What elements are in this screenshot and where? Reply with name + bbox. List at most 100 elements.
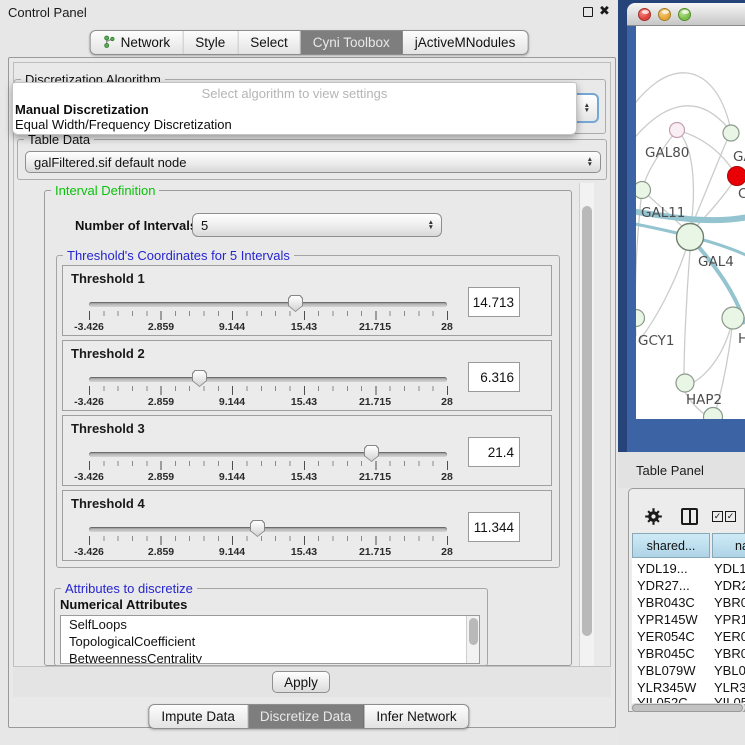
node-label-gcy1: GCY1 [638, 333, 675, 349]
slider-tick-labels: -3.426 2.859 9.144 15.43 21.715 28 [89, 321, 447, 333]
threshold-slider-track[interactable] [89, 302, 447, 307]
tick-label: 2.859 [148, 546, 174, 558]
tick-label: 2.859 [148, 471, 174, 483]
table-panel-header: Table Panel [618, 452, 745, 488]
table-row[interactable]: YDL19...YDL19 [632, 561, 745, 578]
tab-select[interactable]: Select [238, 31, 301, 54]
panel-title: Control Panel [8, 5, 87, 20]
apply-button[interactable]: Apply [272, 671, 330, 693]
scrollbar-thumb[interactable] [632, 704, 743, 712]
table-row[interactable]: YDR27...YDR27 [632, 578, 745, 595]
checkbox-icon[interactable]: ✓ [725, 511, 736, 522]
checkbox-icon[interactable]: ✓ [712, 511, 723, 522]
panel-vertical-scrollbar[interactable] [579, 183, 594, 666]
tick-label: 21.715 [359, 321, 391, 333]
threshold-slider-thumb[interactable] [364, 445, 379, 462]
table-row[interactable]: YER054CYER05 [632, 629, 745, 646]
tick-label: 21.715 [359, 546, 391, 558]
tab-style[interactable]: Style [183, 31, 238, 54]
close-traffic-light-icon[interactable] [638, 8, 651, 21]
network-view-canvas[interactable]: GAL80 GA C GAL11 GAL4 GCY1 H HAP2 [636, 26, 745, 419]
table-row[interactable]: YBR043CYBR04 [632, 595, 745, 612]
list-item[interactable]: SelfLoops [61, 616, 479, 633]
close-icon[interactable]: ✖ [599, 3, 610, 19]
node-label-gal80: GAL80 [645, 145, 689, 161]
threshold-value-field[interactable]: 6.316 [468, 362, 520, 392]
column-header-shared-name[interactable]: shared... [632, 533, 710, 558]
list-item[interactable]: BetweennessCentrality [61, 650, 479, 664]
network-node-gal4[interactable] [677, 224, 704, 251]
threshold-value-field[interactable]: 11.344 [468, 512, 520, 542]
tab-label: Select [250, 35, 288, 50]
scrollbar-thumb[interactable] [469, 618, 478, 645]
cell-shared-name: YBR045C [637, 646, 695, 661]
network-edge [636, 73, 730, 126]
threshold-slider-thumb[interactable] [288, 295, 303, 312]
float-window-icon[interactable] [583, 7, 593, 17]
network-node[interactable] [723, 125, 739, 141]
split-columns-icon[interactable] [681, 508, 698, 525]
network-node[interactable] [704, 408, 723, 420]
numerical-attributes-list: SelfLoops TopologicalCoefficient Between… [60, 615, 480, 664]
threshold-slider-thumb[interactable] [250, 520, 265, 537]
threshold-slider-track[interactable] [89, 377, 447, 382]
tick-label: 15.43 [291, 396, 317, 408]
network-edge [684, 250, 690, 376]
table-row[interactable]: YBL079WYBL07 [632, 663, 745, 680]
table-rows-area: YDL19...YDL19 YDR27...YDR27 YBR043CYBR04… [632, 558, 745, 704]
combo-arrows-icon: ▲▼ [428, 220, 434, 230]
cell-name: YPR14 [714, 612, 745, 627]
top-tab-bar: Network Style Select Cyni Toolbox jActiv… [90, 30, 529, 55]
tab-jactivemnodules[interactable]: jActiveMNodules [403, 31, 528, 54]
column-header-name[interactable]: name [712, 533, 745, 558]
threshold-slider-track[interactable] [89, 527, 447, 532]
number-of-intervals-combobox[interactable]: 5 ▲▼ [192, 213, 442, 237]
table-row[interactable]: YBR045CYBR04 [632, 646, 745, 663]
threshold-label: Threshold 4 [71, 496, 145, 511]
slider-tick-labels: -3.426 2.859 9.144 15.43 21.715 28 [89, 546, 447, 558]
numerical-attributes-label: Numerical Attributes [60, 597, 187, 612]
threshold-value-field[interactable]: 14.713 [468, 287, 520, 317]
list-item[interactable]: TopologicalCoefficient [61, 633, 479, 650]
threshold-slider-track[interactable] [89, 452, 447, 457]
tick-label: 28 [441, 396, 453, 408]
popup-item-manual-discretization[interactable]: Manual Discretization [15, 102, 149, 117]
tab-network[interactable]: Network [91, 31, 184, 54]
number-of-intervals-label: Number of Intervals [75, 218, 197, 233]
table-panel-window: ✓ ✓ shared... name YDL19...YDL19 YDR27..… [628, 488, 745, 712]
tab-infer-network[interactable]: Infer Network [364, 705, 468, 728]
threshold-slider-thumb[interactable] [192, 370, 207, 387]
table-settings-gear-icon[interactable] [645, 508, 662, 530]
network-node[interactable] [722, 307, 744, 329]
zoom-traffic-light-icon[interactable] [678, 8, 691, 21]
network-node[interactable] [636, 182, 651, 199]
slider-ticks [89, 536, 448, 545]
network-window-titlebar[interactable] [627, 3, 745, 26]
slider-tick-labels: -3.426 2.859 9.144 15.43 21.715 28 [89, 471, 447, 483]
minimize-traffic-light-icon[interactable] [658, 8, 671, 21]
tab-impute-data[interactable]: Impute Data [149, 705, 248, 728]
thresholds-legend: Threshold's Coordinates for 5 Intervals [63, 248, 294, 263]
network-node-red-selected[interactable] [728, 167, 745, 186]
network-node[interactable] [636, 310, 645, 327]
threshold-value-field[interactable]: 21.4 [468, 437, 520, 467]
popup-item-equal-width-frequency[interactable]: Equal Width/Frequency Discretization [15, 117, 232, 132]
network-node-hap2[interactable] [676, 374, 694, 392]
list-vertical-scrollbar[interactable] [466, 616, 479, 663]
cell-name: YBL07 [714, 663, 745, 678]
tick-label: 28 [441, 471, 453, 483]
table-data-fieldset: Table Data galFiltered.sif default node … [17, 139, 607, 180]
table-horizontal-scrollbar[interactable] [631, 703, 745, 712]
scrollbar-thumb[interactable] [582, 206, 592, 636]
table-row[interactable]: YPR145W YPR14 [632, 612, 745, 629]
apply-button-label: Apply [284, 675, 318, 690]
tick-label: 15.43 [291, 546, 317, 558]
cell-shared-name: YPR145W [637, 612, 698, 627]
threshold-panel-4: Threshold 4 -3.426 2.859 9.144 15.43 21.… [62, 490, 552, 561]
tab-cyni-toolbox[interactable]: Cyni Toolbox [301, 31, 403, 54]
tab-discretize-data[interactable]: Discretize Data [248, 705, 365, 728]
table-data-combobox[interactable]: galFiltered.sif default node ▲▼ [25, 151, 601, 173]
tick-label: 9.144 [219, 321, 245, 333]
node-label-clipped: C [738, 186, 745, 202]
network-node-pink[interactable] [670, 123, 685, 138]
